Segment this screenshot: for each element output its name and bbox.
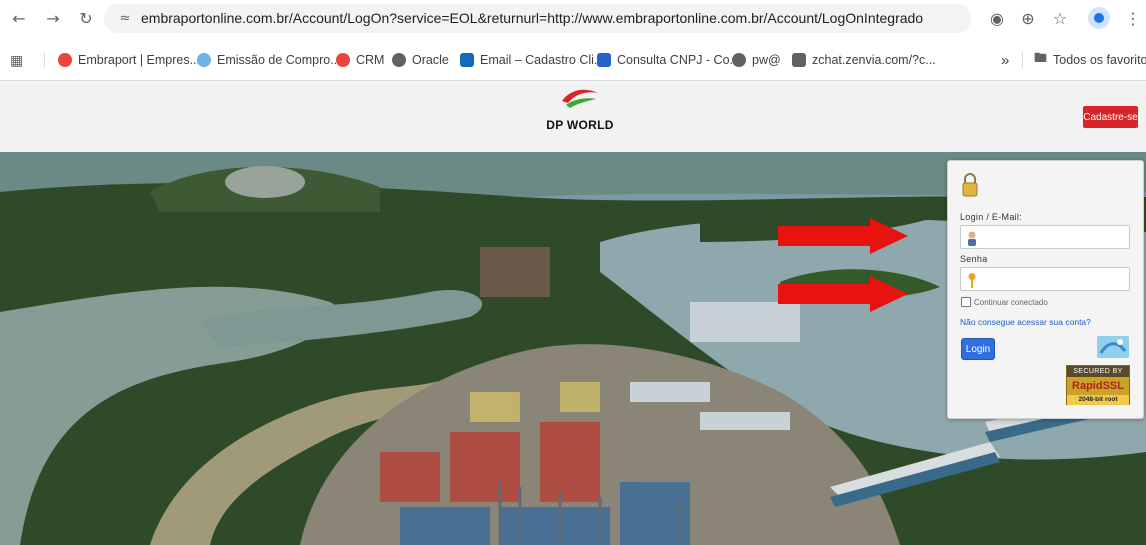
url-text[interactable]: embraportonline.com.br/Account/LogOn?ser… — [141, 10, 923, 26]
user-icon — [968, 231, 976, 246]
bookmark-favicon — [336, 53, 350, 67]
red-arrow-pointer — [778, 218, 908, 254]
forward-icon[interactable]: → — [42, 7, 64, 29]
login-panel: Login / E-Mail: Senha Continuar conectad… — [947, 160, 1144, 419]
outlook-icon — [460, 53, 474, 67]
password-field[interactable] — [960, 267, 1130, 291]
remember-label[interactable]: Continuar conectado — [974, 298, 1048, 307]
zoom-icon[interactable]: ⊕ — [1017, 7, 1039, 29]
rapidssl-seal: SECURED BY RapidSSL 2048-bit root — [1066, 365, 1130, 405]
dp-world-logo-icon — [562, 89, 598, 108]
lock-icon — [962, 173, 978, 197]
remember-checkbox[interactable] — [961, 297, 971, 307]
bookmark-item[interactable]: zchat.zenvia.com/?c... — [792, 50, 936, 70]
browser-toolbar: ← → ↻ ≈ embraportonline.com.br/Account/L… — [0, 0, 1146, 37]
site-header: DP WORLD Cadastre-se — [0, 81, 1146, 152]
bookmark-favicon — [792, 53, 806, 67]
bookmark-favicon — [197, 53, 211, 67]
site-info-icon[interactable]: ≈ — [114, 7, 136, 29]
reload-icon[interactable]: ↻ — [75, 7, 97, 29]
bookmark-item[interactable]: pw@ — [732, 50, 781, 70]
ssl-secured-by-text: SECURED BY — [1067, 366, 1129, 377]
profile-avatar[interactable] — [1088, 7, 1110, 29]
bookmark-item[interactable]: Emissão de Compro... — [197, 50, 341, 70]
bookmarks-bar: ▦ Embraport | Empres... Emissão de Compr… — [0, 37, 1146, 81]
bookmark-separator — [1022, 52, 1023, 68]
dp-world-logo-text: DP WORLD — [546, 118, 614, 132]
ssl-root-text: 2048-bit root — [1067, 395, 1129, 405]
red-arrow-pointer — [778, 276, 908, 312]
login-button[interactable]: Login — [961, 338, 995, 360]
all-bookmarks[interactable]: 🖿 Todos os favoritos — [1034, 50, 1146, 70]
login-email-input[interactable] — [983, 228, 1127, 246]
globe-icon — [392, 53, 406, 67]
password-label: Senha — [960, 254, 988, 264]
location-icon[interactable]: ◉ — [986, 7, 1008, 29]
ssl-brand-text: RapidSSL — [1072, 380, 1124, 392]
login-email-field[interactable] — [960, 225, 1130, 249]
id-card-icon — [1097, 336, 1129, 358]
bookmarks-overflow[interactable]: » — [1001, 50, 1009, 70]
apps-icon[interactable]: ▦ — [10, 50, 23, 70]
star-icon[interactable]: ☆ — [1049, 7, 1071, 29]
bookmark-item[interactable]: Oracle — [392, 50, 449, 70]
forgot-account-link[interactable]: Não consegue acessar sua conta? — [960, 317, 1091, 327]
bookmark-item[interactable]: CRM — [336, 50, 384, 70]
login-email-label: Login / E-Mail: — [960, 212, 1023, 222]
menu-icon[interactable]: ⋮ — [1122, 7, 1144, 29]
bookmark-item[interactable]: Consulta CNPJ - Co... — [597, 50, 740, 70]
bookmark-favicon — [58, 53, 72, 67]
folder-icon: 🖿 — [1034, 50, 1048, 65]
bookmark-favicon — [597, 53, 611, 67]
globe-icon — [732, 53, 746, 67]
back-icon[interactable]: ← — [8, 7, 30, 29]
bookmark-item[interactable]: Embraport | Empres... — [58, 50, 200, 70]
password-input[interactable] — [983, 270, 1127, 288]
bookmark-item[interactable]: Email – Cadastro Cli... — [460, 50, 604, 70]
bookmark-separator — [44, 52, 45, 68]
key-icon — [968, 273, 976, 288]
signup-button[interactable]: Cadastre-se — [1083, 106, 1138, 128]
